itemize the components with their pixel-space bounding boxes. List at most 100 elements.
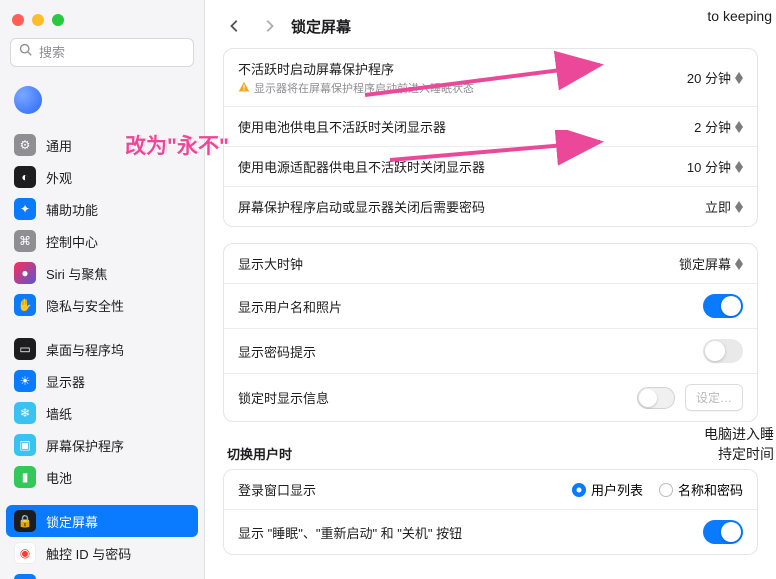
lock-message-label: 锁定时显示信息 [238, 388, 637, 407]
sidebar: ⚙ 通用 ◐ 外观 ✦ 辅助功能 ⌘ 控制中心 ● Siri 与聚焦 ✋ 隐私与安全性 ▭ 桌… [0, 0, 205, 579]
window-controls [0, 0, 204, 34]
require-password-popup[interactable]: 立即 [705, 197, 743, 216]
sidebar-item-siri[interactable]: ● Siri 与聚焦 [6, 257, 198, 289]
bg-text-fragment: 电脑进入睡 [704, 424, 774, 444]
radio-label: 用户列表 [591, 480, 643, 499]
battery-icon: ▮ [14, 466, 36, 488]
chevron-updown-icon [735, 201, 743, 213]
apple-id-icon [14, 86, 42, 114]
sidebar-item-label: Siri 与聚焦 [46, 264, 107, 283]
sidebar-item-label: 锁定屏幕 [46, 512, 98, 531]
popup-value: 20 分钟 [687, 68, 731, 87]
battery-display-off-popup[interactable]: 2 分钟 [694, 117, 743, 136]
sidebar-item-label: 辅助功能 [46, 200, 98, 219]
login-window-list-radio[interactable]: 用户列表 [572, 480, 643, 499]
sidebar-item-label: 桌面与程序坞 [46, 340, 124, 359]
sidebar-nav: ⚙ 通用 ◐ 外观 ✦ 辅助功能 ⌘ 控制中心 ● Siri 与聚焦 ✋ 隐私与安全性 ▭ 桌… [0, 77, 204, 579]
power-display-off-popup[interactable]: 10 分钟 [687, 157, 743, 176]
sidebar-item-general[interactable]: ⚙ 通用 [6, 129, 198, 161]
chevron-updown-icon [735, 72, 743, 84]
login-window-label: 登录窗口显示 [238, 480, 572, 499]
lock-message-set-button[interactable]: 设定… [685, 384, 743, 411]
show-username-toggle[interactable] [703, 294, 743, 318]
screensaver-icon: ▣ [14, 434, 36, 456]
close-window[interactable] [12, 14, 24, 26]
appearance-icon: ◐ [14, 166, 36, 188]
back-button[interactable] [223, 14, 247, 38]
power-display-off-label: 使用电源适配器供电且不活跃时关闭显示器 [238, 157, 687, 176]
header: 锁定屏幕 [205, 0, 776, 48]
radio-label: 名称和密码 [678, 480, 743, 499]
page-title: 锁定屏幕 [291, 16, 351, 37]
lock-message-toggle[interactable] [637, 387, 675, 409]
screensaver-start-popup[interactable]: 20 分钟 [687, 68, 743, 87]
zoom-window[interactable] [52, 14, 64, 26]
sidebar-item-displays[interactable]: ☀ 显示器 [6, 365, 198, 397]
warning-text: 显示器将在屏幕保护程序启动前进入睡眠状态 [254, 80, 474, 96]
large-clock-label: 显示大时钟 [238, 254, 679, 273]
lock-icon: 🔒 [14, 510, 36, 532]
battery-display-off-label: 使用电池供电且不活跃时关闭显示器 [238, 117, 694, 136]
popup-value: 立即 [705, 197, 731, 216]
sidebar-item-control-center[interactable]: ⌘ 控制中心 [6, 225, 198, 257]
hand-icon: ✋ [14, 294, 36, 316]
sidebar-item-battery[interactable]: ▮ 电池 [6, 461, 198, 493]
bg-text-fragment: 持定时间 [718, 444, 774, 464]
sidebar-item-users[interactable]: 👥 用户与群组 [6, 569, 198, 579]
sidebar-item-privacy[interactable]: ✋ 隐私与安全性 [6, 289, 198, 321]
sidebar-item-screensaver[interactable]: ▣ 屏幕保护程序 [6, 429, 198, 461]
siri-icon: ● [14, 262, 36, 284]
popup-value: 锁定屏幕 [679, 254, 731, 273]
sidebar-item-lock-screen[interactable]: 🔒 锁定屏幕 [6, 505, 198, 537]
wallpaper-icon: ❄ [14, 402, 36, 424]
sidebar-item-touch-id[interactable]: ◉ 触控 ID 与密码 [6, 537, 198, 569]
minimize-window[interactable] [32, 14, 44, 26]
screensaver-warning: 显示器将在屏幕保护程序启动前进入睡眠状态 [238, 80, 687, 96]
sidebar-item-label: 用户与群组 [46, 576, 111, 579]
users-icon: 👥 [14, 574, 36, 579]
show-sleep-buttons-toggle[interactable] [703, 520, 743, 544]
chevron-updown-icon [735, 161, 743, 173]
require-password-label: 屏幕保护程序启动或显示器关闭后需要密码 [238, 197, 705, 216]
accessibility-icon: ✦ [14, 198, 36, 220]
show-password-hint-label: 显示密码提示 [238, 342, 703, 361]
large-clock-popup[interactable]: 锁定屏幕 [679, 254, 743, 273]
radio-dot-icon [659, 483, 673, 497]
dock-icon: ▭ [14, 338, 36, 360]
bg-text-fragment: to keeping [707, 8, 772, 24]
forward-button[interactable] [257, 14, 281, 38]
sidebar-item-label: 触控 ID 与密码 [46, 544, 131, 563]
sidebar-item-dock[interactable]: ▭ 桌面与程序坞 [6, 333, 198, 365]
show-sleep-buttons-label: 显示 "睡眠"、"重新启动" 和 "关机" 按钮 [238, 523, 703, 542]
sidebar-item-label: 墙纸 [46, 404, 72, 423]
sidebar-item-label: 屏幕保护程序 [46, 436, 124, 455]
gear-icon: ⚙ [14, 134, 36, 156]
sidebar-item-appearance[interactable]: ◐ 外观 [6, 161, 198, 193]
chevron-updown-icon [735, 121, 743, 133]
fingerprint-icon: ◉ [14, 542, 36, 564]
show-username-label: 显示用户名和照片 [238, 297, 703, 316]
sidebar-item-label: 外观 [46, 168, 72, 187]
login-window-name-radio[interactable]: 名称和密码 [659, 480, 743, 499]
sidebar-item-label: 通用 [46, 136, 72, 155]
search-icon [19, 43, 33, 62]
sidebar-item-wallpaper[interactable]: ❄ 墙纸 [6, 397, 198, 429]
display-icon: ☀ [14, 370, 36, 392]
search-field[interactable] [10, 38, 194, 67]
control-center-icon: ⌘ [14, 230, 36, 252]
sidebar-item-label: 控制中心 [46, 232, 98, 251]
radio-dot-icon [572, 483, 586, 497]
search-input[interactable] [39, 45, 215, 60]
popup-value: 2 分钟 [694, 117, 731, 136]
sidebar-item-label: 隐私与安全性 [46, 296, 124, 315]
sidebar-item-label: 电池 [46, 468, 72, 487]
popup-value: 10 分钟 [687, 157, 731, 176]
show-password-hint-toggle[interactable] [703, 339, 743, 363]
chevron-updown-icon [735, 258, 743, 270]
switch-user-section: 切换用户时 [223, 438, 758, 469]
sidebar-item-label: 显示器 [46, 372, 85, 391]
sidebar-item-accessibility[interactable]: ✦ 辅助功能 [6, 193, 198, 225]
main-panel: 锁定屏幕 不活跃时启动屏幕保护程序 显示器将在屏幕保护程序启动前进入睡眠状态 2… [205, 0, 776, 579]
screensaver-start-label: 不活跃时启动屏幕保护程序 [238, 59, 687, 78]
warning-icon [238, 81, 250, 96]
